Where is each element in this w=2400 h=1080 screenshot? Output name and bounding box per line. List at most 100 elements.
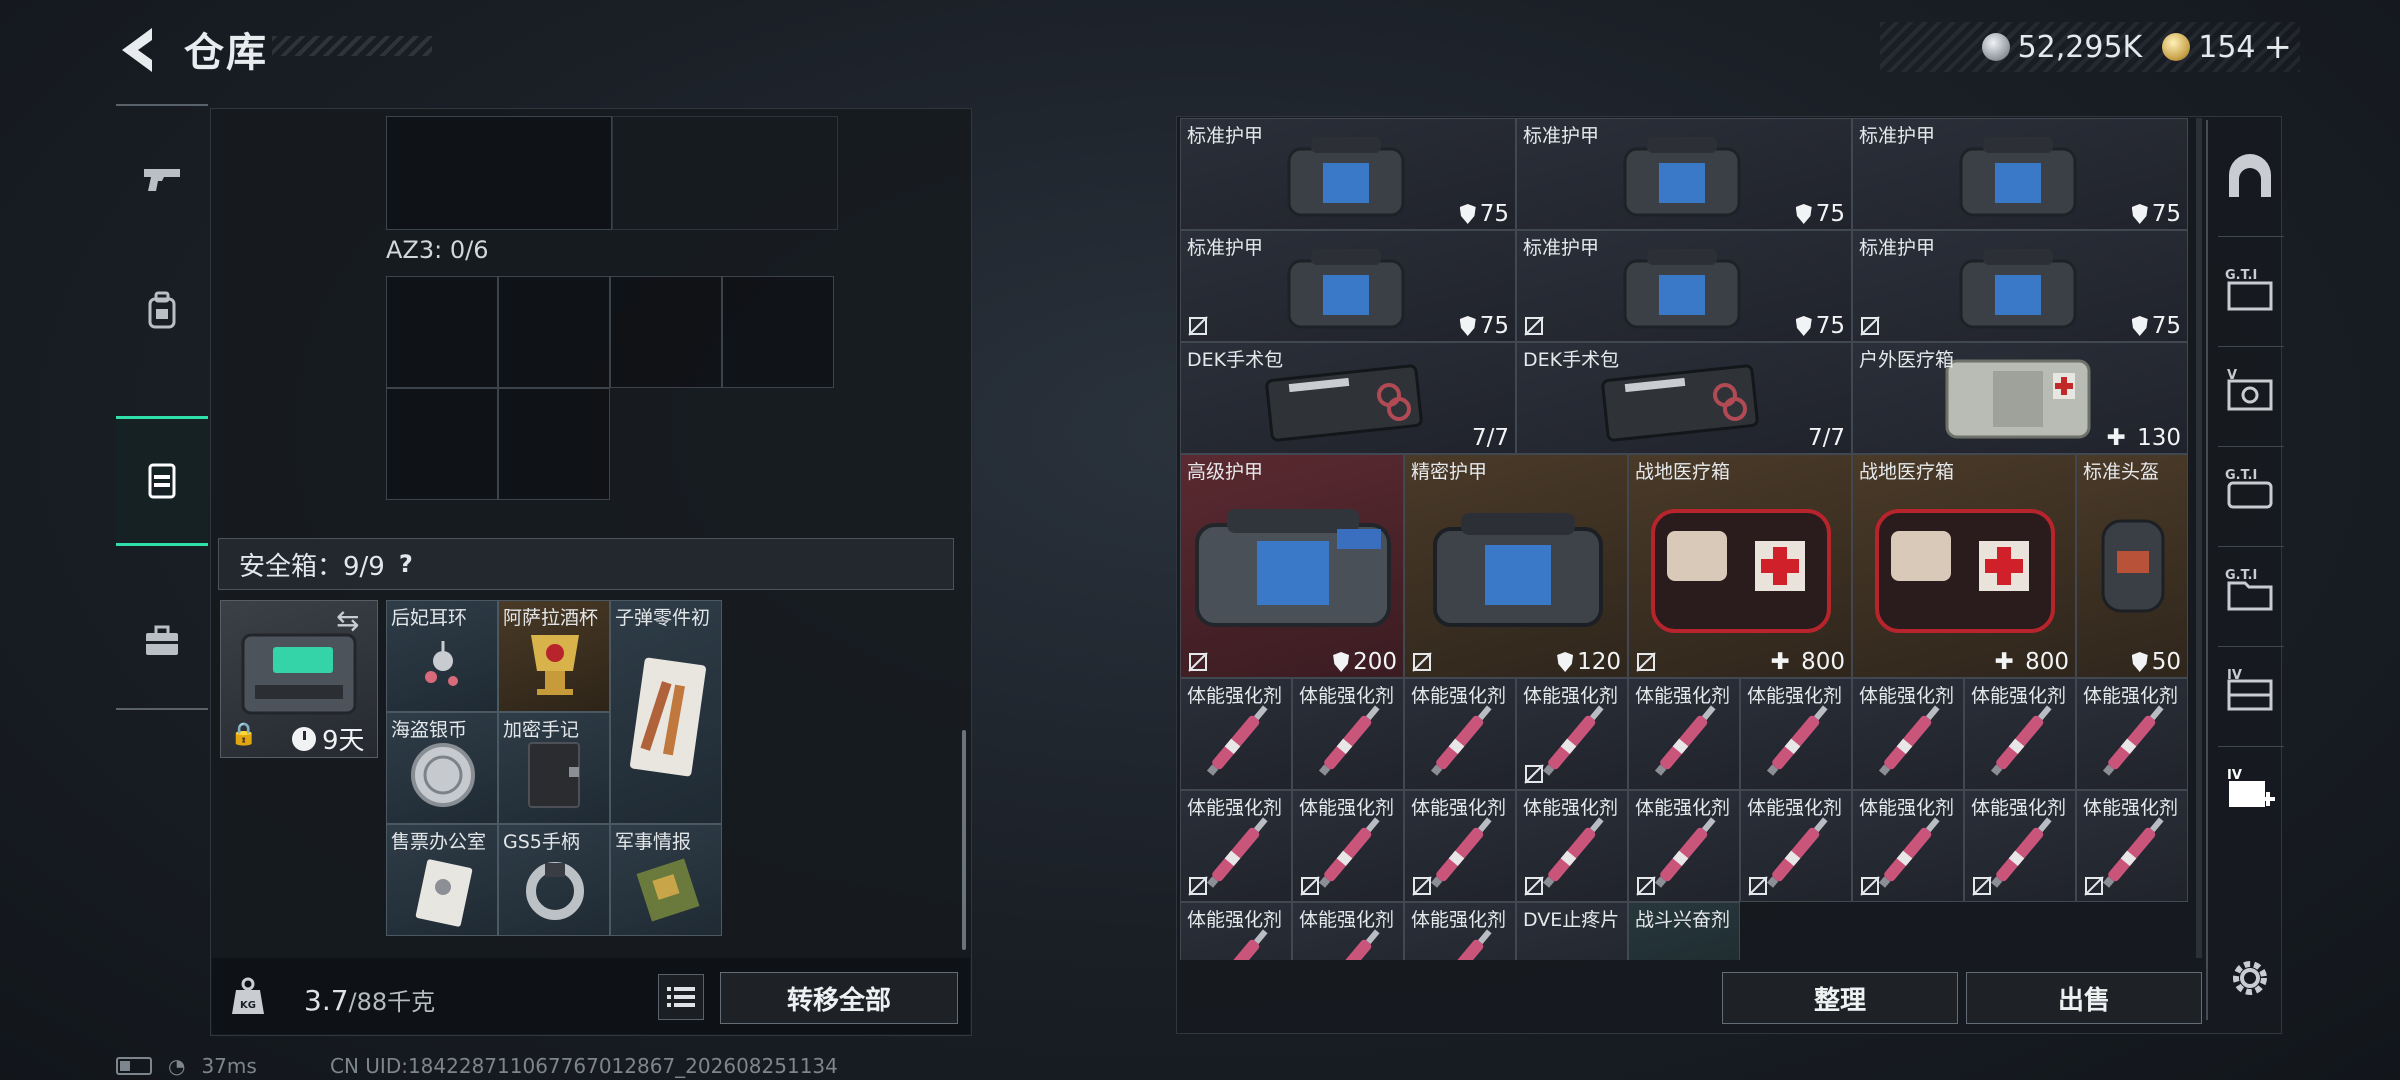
item-durability: 50 [2131,649,2181,675]
weight-value: 3.7 [304,984,349,1017]
inventory-item[interactable]: 体能强化剂 [1292,790,1404,902]
tab-storage[interactable] [116,416,208,546]
tab-weapons[interactable] [116,112,208,242]
item-name: 体能强化剂 [1299,797,1395,819]
transfer-all-button[interactable]: 转移全部 [720,972,958,1024]
inventory-item[interactable]: 体能强化剂 [1516,790,1628,902]
inventory-item[interactable]: 体能强化剂 [1964,790,2076,902]
safe-item[interactable]: 阿萨拉酒杯 [498,600,610,712]
tab-toolbox[interactable] [116,576,208,706]
inventory-item[interactable]: 体能强化剂 [1628,790,1740,902]
backpack-icon [148,291,176,329]
inventory-item[interactable]: 户外医疗箱 ✚ 130 [1852,342,2188,454]
grid-slot[interactable] [498,388,610,500]
tab-equipment[interactable] [116,246,208,376]
list-view-button[interactable] [658,974,704,1020]
item-name: 体能强化剂 [1523,797,1619,819]
item-durability: 200 [1333,649,1397,675]
armor-vest-icon [1623,249,1741,329]
settings-button[interactable] [2218,946,2282,1010]
item-hp: ✚ 800 [1770,649,1846,675]
weight-kg-icon: KG [232,977,264,1014]
inventory-item[interactable]: 高级护甲 200 [1180,454,1404,678]
inventory-item[interactable]: 标准头盔 50 [2076,454,2188,678]
stash-scrollbar[interactable] [2196,118,2202,958]
grid-slot[interactable] [386,276,498,388]
inventory-item[interactable]: 标准护甲 75 [1852,230,2188,342]
ammo-parts-card-icon [630,657,706,777]
inventory-item[interactable]: 体能强化剂 [1852,790,1964,902]
inventory-item[interactable]: 体能强化剂 [1180,902,1292,960]
safe-item[interactable]: 售票办公室 [386,824,498,936]
add-gold-button[interactable]: + [2264,27,2293,67]
safe-item-name: 阿萨拉酒杯 [503,607,599,629]
inventory-item[interactable]: DVE止疼片 [1516,902,1628,960]
rail-add-page[interactable]: IV [2218,756,2282,820]
sort-button[interactable]: 整理 [1722,972,1958,1024]
inventory-item[interactable]: 标准护甲 75 [1516,230,1852,342]
inventory-item[interactable]: 战斗兴奋剂 [1628,902,1740,960]
swap-icon[interactable]: ⇆ [336,604,359,637]
inventory-item[interactable]: 体能强化剂 [1292,678,1404,790]
inventory-item[interactable]: 体能强化剂 [1628,678,1740,790]
inventory-item[interactable]: 体能强化剂 [1180,790,1292,902]
inventory-item[interactable]: 体能强化剂 [1964,678,2076,790]
inventory-item[interactable]: 体能强化剂 [1404,902,1516,960]
help-icon[interactable]: ? [399,550,413,578]
grid-slot[interactable] [722,276,834,388]
safe-item[interactable]: 加密手记 [498,712,610,824]
inventory-item[interactable]: 战地医疗箱 ✚ 800 [1628,454,1852,678]
inventory-item[interactable]: DEK手术包 7/7 [1516,342,1852,454]
inventory-item[interactable]: 体能强化剂 [1516,678,1628,790]
inventory-item[interactable]: 体能强化剂 [1852,678,1964,790]
rail-home[interactable] [2218,146,2282,210]
item-name: 体能强化剂 [1635,685,1731,707]
grid-slot[interactable] [612,116,838,230]
currency-bar: 52,295K 154 + [1880,22,2300,72]
inventory-item[interactable]: 标准护甲 75 [1180,118,1516,230]
silver-amount: 52,295K [2017,29,2143,65]
safe-item-name: 军事情报 [615,831,692,853]
rail-page-gti-1[interactable]: G.T.I [2218,256,2282,320]
stash-grid: 标准护甲 75 标准护甲 75 标准护甲 75 标准护甲 75 标准护甲 75 … [1180,118,2190,960]
inventory-item[interactable]: 体能强化剂 [1180,678,1292,790]
inventory-item[interactable]: 体能强化剂 [1292,902,1404,960]
grid-slot[interactable] [386,388,498,500]
no-insurance-icon [1412,652,1432,672]
inventory-item[interactable]: 标准护甲 75 [1852,118,2188,230]
back-button[interactable] [112,20,162,80]
rail-page-gti-3[interactable]: G.T.I [2218,556,2282,620]
inventory-item[interactable]: 精密护甲 120 [1404,454,1628,678]
inventory-item[interactable]: DEK手术包 7/7 [1180,342,1516,454]
sell-button[interactable]: 出售 [1966,972,2202,1024]
item-name: 战地医疗箱 [1859,461,1955,483]
safe-item[interactable]: 海盗银币 [386,712,498,824]
inventory-item[interactable]: 标准护甲 75 [1180,230,1516,342]
safe-item[interactable]: 军事情报 [610,824,722,936]
inventory-item[interactable]: 体能强化剂 [1740,678,1852,790]
grid-slot[interactable] [498,276,610,388]
inventory-item[interactable]: 体能强化剂 [2076,790,2188,902]
inventory-item[interactable]: 体能强化剂 [1404,790,1516,902]
rail-page-v[interactable]: V [2218,356,2282,420]
item-name: 体能强化剂 [1747,685,1843,707]
inventory-item[interactable]: 体能强化剂 [1740,790,1852,902]
grid-slot[interactable] [610,276,722,388]
svg-text:G.T.I: G.T.I [2225,568,2257,583]
armor-vest-icon [1287,249,1405,329]
field-medkit-icon [1875,509,2055,633]
inventory-item[interactable]: 体能强化剂 [1404,678,1516,790]
safe-item[interactable]: 子弹零件初 [610,600,722,824]
item-name: 户外医疗箱 [1859,349,1955,371]
inventory-item[interactable]: 体能强化剂 [2076,678,2188,790]
safe-item[interactable]: GS5手柄 [498,824,610,936]
item-name: 体能强化剂 [1411,685,1507,707]
inventory-item[interactable]: 战地医疗箱 ✚ 800 [1852,454,2076,678]
safe-item[interactable]: 后妃耳环 [386,600,498,712]
inventory-item[interactable]: 标准护甲 75 [1516,118,1852,230]
grid-slot[interactable] [386,116,612,230]
backpack-scrollbar[interactable] [962,730,966,950]
rail-page-gti-2[interactable]: G.T.I [2218,456,2282,520]
crate-icon: G.T.I [2225,268,2273,311]
rail-page-iv[interactable]: IV [2218,656,2282,720]
